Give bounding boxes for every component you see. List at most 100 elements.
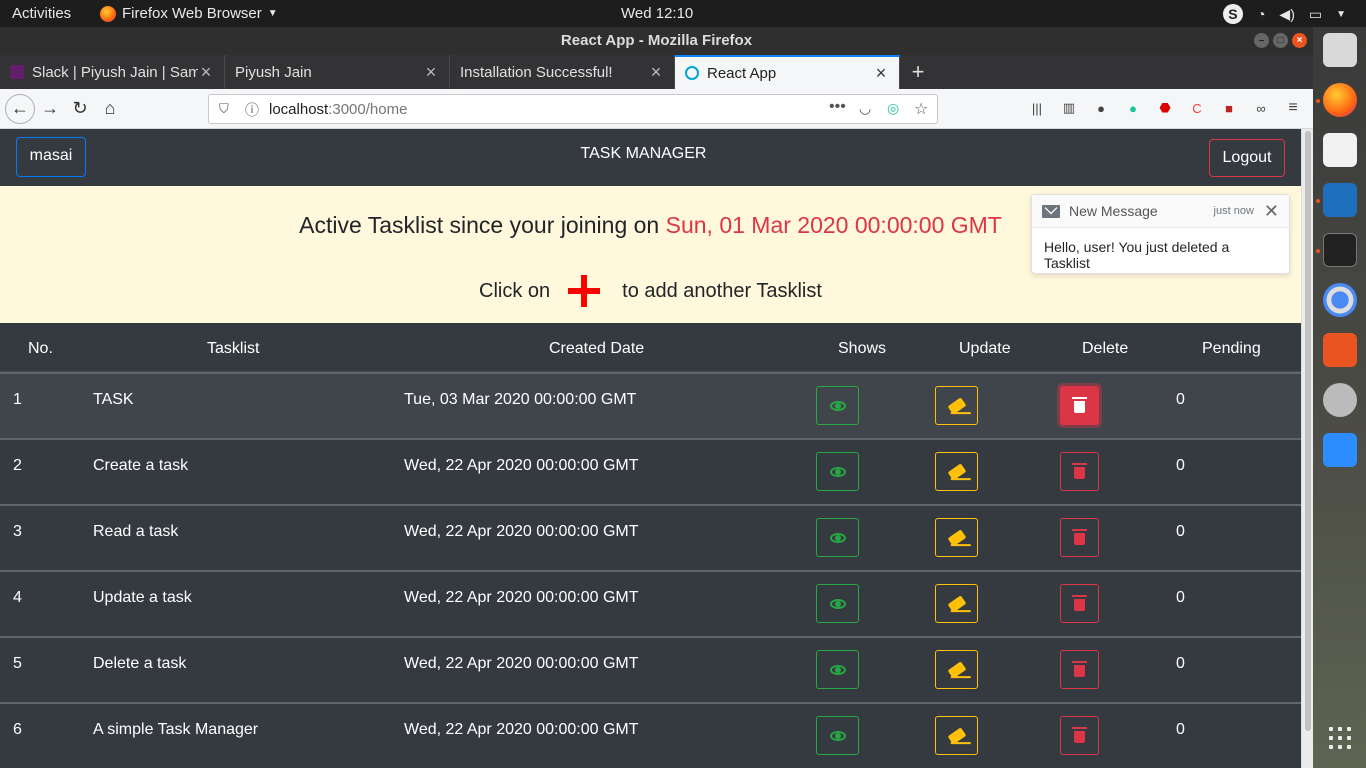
software-center-icon[interactable] — [1323, 333, 1357, 367]
new-tab-button[interactable]: + — [900, 55, 936, 89]
bookmark-star-icon[interactable]: ☆ — [914, 99, 928, 119]
menu-icon[interactable]: ≡ — [1283, 98, 1303, 118]
vscode-icon[interactable] — [1323, 183, 1357, 217]
running-indicator — [1316, 99, 1320, 103]
library-icon[interactable]: ||| — [1027, 98, 1047, 118]
page-scrollbar[interactable] — [1301, 129, 1313, 768]
tab-title: Slack | Piyush Jain | Samu — [32, 63, 198, 81]
forward-button[interactable]: → — [35, 94, 65, 124]
tab-react-app[interactable]: React App × — [675, 55, 900, 89]
pocket-icon[interactable]: ◡ — [859, 100, 871, 117]
sidebar-icon[interactable]: ▥ — [1059, 98, 1079, 118]
url-bar[interactable]: ⛉ ⓘ localhost:3000/home ••• ◡ ◎ ☆ — [208, 94, 938, 124]
react-icon — [685, 66, 699, 80]
toast-time: just now — [1213, 205, 1254, 217]
files-icon[interactable] — [1323, 33, 1357, 67]
show-button[interactable] — [816, 452, 859, 491]
slack-icon — [10, 65, 24, 79]
show-button[interactable] — [816, 518, 859, 557]
delete-button[interactable] — [1060, 518, 1099, 557]
tab-piyush-jain[interactable]: Piyush Jain × — [225, 55, 450, 89]
reload-button[interactable]: ↻ — [65, 94, 95, 124]
show-button[interactable] — [816, 386, 859, 425]
eraser-icon — [947, 396, 966, 415]
update-button[interactable] — [935, 518, 978, 557]
update-button[interactable] — [935, 452, 978, 491]
row-tasklist: Update a task — [93, 589, 192, 606]
minimize-button[interactable]: – — [1254, 33, 1269, 48]
close-tab-icon[interactable]: × — [423, 62, 439, 83]
scrollbar-thumb[interactable] — [1305, 131, 1311, 731]
show-button[interactable] — [816, 584, 859, 623]
zoom-icon[interactable] — [1323, 433, 1357, 467]
show-button[interactable] — [816, 716, 859, 755]
settings-icon[interactable] — [1323, 383, 1357, 417]
eraser-icon — [947, 528, 966, 547]
col-tasklist: Tasklist — [207, 340, 260, 357]
eye-icon — [829, 598, 846, 609]
app-navbar: masai TASK MANAGER Logout — [0, 129, 1301, 186]
col-delete: Delete — [1082, 340, 1129, 357]
row-pending: 0 — [1176, 457, 1185, 474]
update-button[interactable] — [935, 716, 978, 755]
eye-icon — [829, 466, 846, 477]
chromium-icon[interactable] — [1323, 283, 1357, 317]
maximize-button[interactable]: □ — [1273, 33, 1288, 48]
adblock-icon[interactable]: ⬣ — [1155, 98, 1175, 118]
close-tab-icon[interactable]: × — [873, 63, 889, 84]
wifi-icon: ◔ — [1256, 6, 1266, 22]
table-row: 4 Update a task Wed, 22 Apr 2020 00:00:0… — [0, 570, 1301, 636]
row-created: Wed, 22 Apr 2020 00:00:00 GMT — [404, 457, 639, 474]
skype-icon[interactable]: S — [1222, 4, 1243, 24]
tab-installation[interactable]: Installation Successful! × — [450, 55, 675, 89]
info-icon[interactable]: ⓘ — [245, 100, 259, 120]
back-button[interactable]: ← — [5, 93, 35, 124]
home-button[interactable]: ⌂ — [95, 94, 125, 124]
delete-button[interactable] — [1060, 386, 1099, 425]
extension3-icon[interactable]: ∞ — [1251, 98, 1271, 118]
close-window-button[interactable]: × — [1292, 33, 1307, 48]
extension-icon[interactable]: ◎ — [887, 100, 899, 117]
battery-icon: ▭ — [1308, 5, 1323, 22]
close-tab-icon[interactable]: × — [198, 62, 214, 83]
css-icon[interactable]: C — [1187, 98, 1207, 118]
row-created: Wed, 22 Apr 2020 00:00:00 GMT — [404, 721, 639, 738]
tab-title: React App — [707, 64, 777, 82]
system-tray[interactable]: S ◔ ◀) ▭ ▼ — [1222, 4, 1346, 24]
show-button[interactable] — [816, 650, 859, 689]
ubuntu-dock — [1313, 27, 1366, 768]
account-icon[interactable]: ● — [1091, 98, 1111, 118]
update-button[interactable] — [935, 650, 978, 689]
delete-button[interactable] — [1060, 650, 1099, 689]
firefox-icon — [100, 5, 116, 22]
eye-icon — [829, 532, 846, 543]
grammarly-icon[interactable]: ● — [1123, 98, 1143, 118]
close-icon[interactable]: ✕ — [1264, 201, 1279, 222]
toast-body: Hello, user! You just deleted a Tasklist — [1044, 239, 1230, 271]
app-menu[interactable]: Firefox Web Browser ▼ — [100, 5, 278, 22]
text-editor-icon[interactable] — [1323, 133, 1357, 167]
page-actions-icon[interactable]: ••• — [829, 98, 846, 116]
extension2-icon[interactable]: ■ — [1219, 98, 1239, 118]
clock[interactable]: Wed 12:10 — [621, 5, 693, 22]
delete-button[interactable] — [1060, 716, 1099, 755]
add-tasklist-plus-icon[interactable] — [568, 275, 601, 307]
url-text[interactable]: localhost:3000/home — [269, 101, 407, 118]
activities-button[interactable]: Activities — [12, 5, 71, 22]
terminal-icon[interactable] — [1323, 233, 1357, 267]
delete-button[interactable] — [1060, 584, 1099, 623]
show-applications-icon[interactable] — [1329, 727, 1351, 749]
hint-after: to add another Tasklist — [622, 279, 822, 302]
update-button[interactable] — [935, 584, 978, 623]
col-pending: Pending — [1202, 340, 1261, 357]
eraser-icon — [947, 726, 966, 745]
tab-slack[interactable]: Slack | Piyush Jain | Samu × — [0, 55, 225, 89]
shield-icon[interactable]: ⛉ — [219, 101, 229, 117]
firefox-dock-icon[interactable] — [1323, 83, 1357, 117]
table-row: 2 Create a task Wed, 22 Apr 2020 00:00:0… — [0, 438, 1301, 504]
close-tab-icon[interactable]: × — [648, 62, 664, 83]
logout-button[interactable]: Logout — [1209, 139, 1285, 177]
delete-button[interactable] — [1060, 452, 1099, 491]
add-tasklist-hint: Click on to add another Tasklist — [479, 275, 822, 307]
update-button[interactable] — [935, 386, 978, 425]
